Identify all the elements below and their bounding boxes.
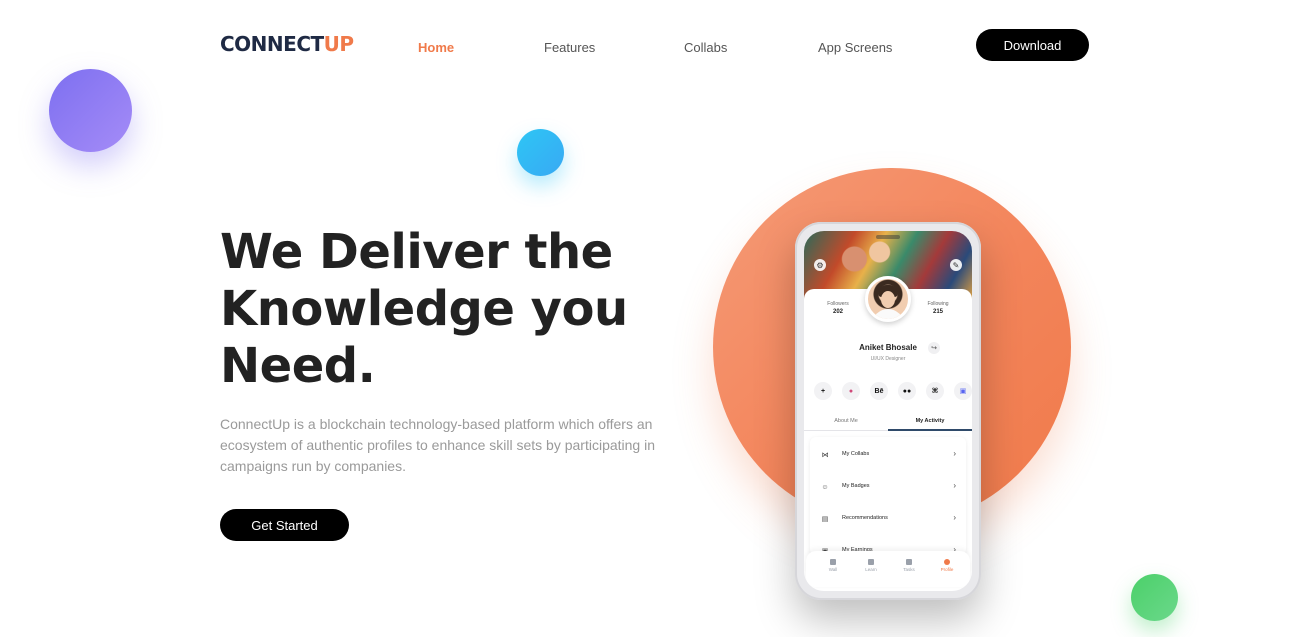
nav-home[interactable]: Home [418, 40, 454, 55]
landing-page: CONNECTUP Home Features Collabs App Scre… [0, 0, 1311, 637]
hero-title-line1: We Deliver the [220, 224, 613, 280]
followers-label: Followers [827, 301, 849, 307]
discord-icon[interactable]: ▣ [954, 382, 972, 400]
bottom-nav-label: Learn [865, 567, 877, 572]
list-item-label: My Collabs [842, 451, 870, 457]
medium-icon[interactable]: ●● [898, 382, 916, 400]
bottom-nav-label: Wall [828, 567, 838, 572]
hero-description: ConnectUp is a blockchain technology-bas… [220, 416, 656, 474]
badges-icon: ☺ [821, 483, 829, 491]
nav-collabs[interactable]: Collabs [684, 40, 727, 55]
active-tab-indicator [888, 429, 972, 431]
following-label: Following [927, 301, 949, 307]
hero-title-line3: Need. [220, 338, 376, 394]
phone-mockup: ⚙ ✎ Followers 202 Following 215 Aniket B… [795, 222, 981, 600]
profile-icon [944, 559, 950, 565]
hero-title: We Deliver the Knowledge you Need. [220, 224, 628, 395]
behance-icon[interactable]: Bē [870, 382, 888, 400]
bottom-nav-label: Profile [940, 567, 954, 572]
chevron-right-icon: › [953, 449, 956, 458]
collabs-icon: ⋈ [821, 452, 829, 459]
brand-logo[interactable]: CONNECTUP [220, 32, 354, 56]
bottom-nav-learn[interactable]: Learn [856, 559, 886, 572]
decorative-green-circle [1131, 574, 1178, 621]
add-social-icon[interactable]: + [814, 382, 832, 400]
avatar[interactable] [865, 276, 911, 322]
profile-card: Followers 202 Following 215 Aniket Bhosa… [804, 289, 972, 591]
download-button[interactable]: Download [976, 29, 1089, 61]
chevron-right-icon: › [953, 481, 956, 490]
tab-about-me[interactable]: About Me [804, 418, 888, 424]
hero-title-after-bold: you [514, 281, 628, 337]
list-item-my-badges[interactable]: ☺ My Badges › [810, 473, 966, 501]
following-value: 215 [932, 309, 943, 315]
profile-name: Aniket Bhosale [859, 343, 917, 352]
bottom-nav-tasks[interactable]: Tasks [894, 559, 924, 572]
chevron-right-icon: › [953, 513, 956, 522]
tab-my-activity[interactable]: My Activity [888, 418, 972, 424]
decorative-blue-circle [517, 129, 564, 176]
edit-icon[interactable]: ✎ [950, 259, 962, 271]
logo-accent-text: UP [323, 32, 354, 56]
list-item-label: Recommendations [842, 515, 888, 521]
wall-icon [830, 559, 836, 565]
dribbble-icon[interactable]: ● [842, 382, 860, 400]
nav-app-screens[interactable]: App Screens [818, 40, 892, 55]
avatar-face [881, 291, 895, 308]
decorative-purple-circle [49, 69, 132, 152]
learn-icon [868, 559, 874, 565]
recommendations-icon: ▤ [821, 516, 829, 523]
bottom-navigation: Wall Learn Tasks Profile [806, 551, 970, 587]
activity-list: ⋈ My Collabs › ☺ My Badges › ▤ Recommend… [810, 437, 966, 555]
tasks-icon [906, 559, 912, 565]
bottom-nav-label: Tasks [903, 567, 915, 572]
profile-role: UI/UX Designer [870, 356, 906, 362]
list-item-label: My Badges [842, 483, 870, 489]
followers-value: 202 [832, 309, 843, 315]
phone-screen: ⚙ ✎ Followers 202 Following 215 Aniket B… [804, 231, 972, 591]
logo-main-text: CONNECT [220, 32, 324, 56]
bottom-nav-profile[interactable]: Profile [932, 559, 962, 572]
hero-title-bold: Knowledge [220, 281, 515, 337]
profile-tabs: About Me My Activity [804, 415, 972, 431]
list-item-recommendations[interactable]: ▤ Recommendations › [810, 505, 966, 533]
share-icon[interactable]: ↪ [928, 342, 940, 354]
nav-features[interactable]: Features [544, 40, 595, 55]
get-started-button[interactable]: Get Started [220, 509, 349, 541]
phone-speaker [876, 235, 900, 239]
bottom-nav-wall[interactable]: Wall [818, 559, 848, 572]
settings-icon[interactable]: ⚙ [814, 259, 826, 271]
github-icon[interactable]: ⌘ [926, 382, 944, 400]
list-item-my-collabs[interactable]: ⋈ My Collabs › [810, 441, 966, 469]
